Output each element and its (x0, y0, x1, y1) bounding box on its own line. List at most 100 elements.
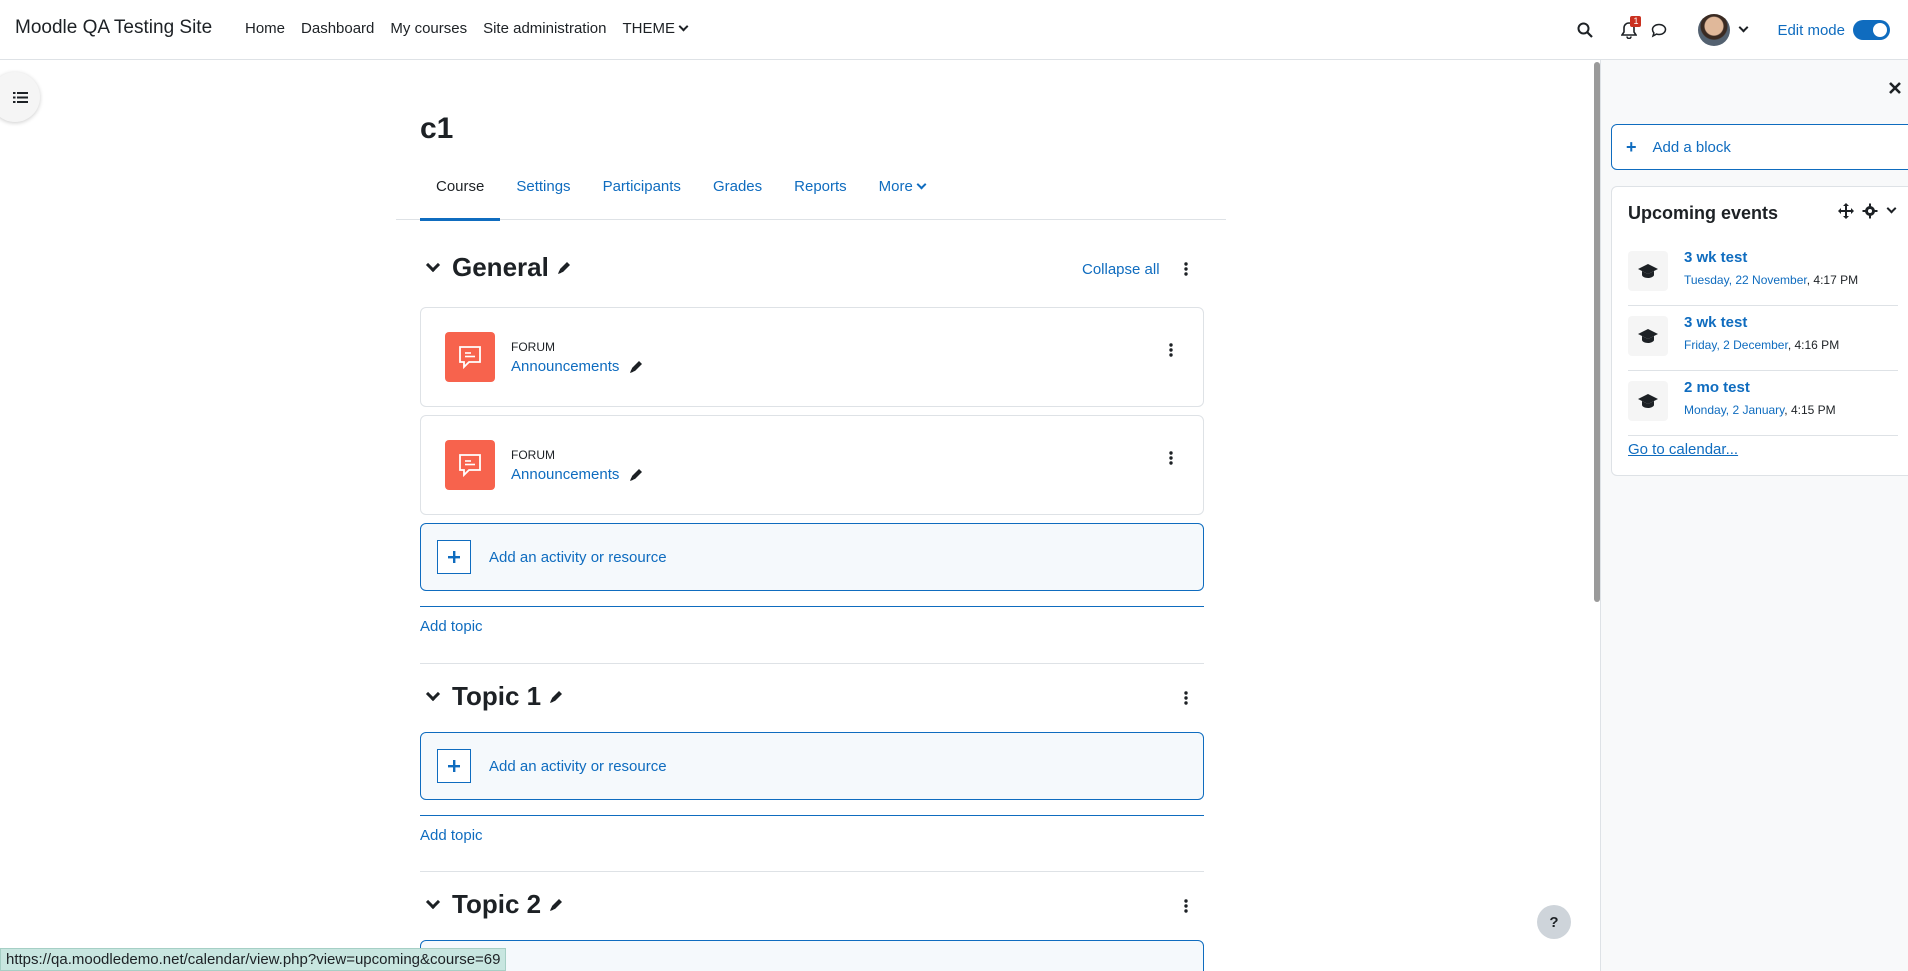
plus-icon (437, 540, 471, 574)
add-activity-label: Add an activity or resource (489, 757, 667, 775)
nav-my-courses[interactable]: My courses (390, 20, 467, 37)
notifications-button[interactable]: 1 (1614, 15, 1644, 45)
edit-pencil-icon[interactable] (549, 690, 563, 704)
top-navbar: Moodle QA Testing Site Home Dashboard My… (0, 0, 1908, 60)
edit-mode-control: Edit mode (1777, 20, 1890, 40)
plus-icon (437, 749, 471, 783)
add-activity-button[interactable] (420, 940, 1204, 971)
kebab-icon (1184, 691, 1188, 705)
event-divider (1628, 305, 1898, 306)
section-title: Topic 2 (452, 889, 542, 919)
chat-bubble-icon (1652, 23, 1667, 38)
event-time: , 4:15 PM (1784, 403, 1836, 417)
add-topic-link[interactable]: Add topic (420, 618, 483, 635)
edit-mode-label: Edit mode (1777, 21, 1845, 39)
page-title: c1 (420, 112, 454, 145)
edit-pencil-icon[interactable] (629, 468, 643, 482)
course-index-toggle[interactable] (0, 72, 40, 122)
activity-menu-button[interactable] (1161, 448, 1181, 468)
section-menu-button[interactable] (1176, 896, 1196, 916)
go-to-calendar-link[interactable]: Go to calendar... (1628, 441, 1738, 458)
nav-theme-label: THEME (622, 20, 676, 37)
activity-card: Forum Announcements (420, 415, 1204, 515)
event-day-link[interactable]: Tuesday, 22 November (1684, 273, 1807, 287)
graduation-cap-icon (1628, 381, 1668, 421)
nav-theme[interactable]: THEME (622, 20, 689, 37)
move-icon[interactable] (1838, 203, 1854, 219)
block-controls (1838, 203, 1897, 219)
tab-reports[interactable]: Reports (778, 168, 863, 220)
graduation-cap-icon (1628, 251, 1668, 291)
add-activity-button[interactable]: Add an activity or resource (420, 523, 1204, 591)
add-block-label: Add a block (1652, 138, 1731, 156)
nav-dashboard[interactable]: Dashboard (301, 20, 374, 37)
event-name-link[interactable]: 3 wk test (1684, 249, 1747, 266)
edit-pencil-icon[interactable] (557, 261, 571, 275)
section-header-topic-2: Topic 2 (420, 889, 563, 920)
tab-more-label: More (878, 178, 913, 195)
event-name-link[interactable]: 2 mo test (1684, 379, 1750, 396)
chevron-down-icon (678, 21, 689, 32)
section-title: Topic 1 (452, 681, 542, 711)
event-name-link[interactable]: 3 wk test (1684, 314, 1747, 331)
section-menu-button[interactable] (1176, 259, 1196, 279)
nav-home[interactable]: Home (245, 20, 285, 37)
collapse-all-link[interactable]: Collapse all (1082, 261, 1160, 278)
list-item: 2 mo test Monday, 2 January, 4:15 PM (1628, 375, 1898, 439)
edit-pencil-icon[interactable] (629, 360, 643, 374)
tab-participants[interactable]: Participants (587, 168, 697, 220)
chevron-down-icon[interactable] (1886, 203, 1897, 213)
site-brand[interactable]: Moodle QA Testing Site (15, 17, 212, 39)
event-divider (1628, 435, 1898, 436)
kebab-icon (1184, 899, 1188, 913)
help-button[interactable]: ? (1537, 905, 1571, 939)
notification-count-badge: 1 (1630, 16, 1642, 27)
plus-icon: + (1626, 136, 1637, 157)
event-day-link[interactable]: Monday, 2 January (1684, 403, 1784, 417)
activity-type-label: Forum (511, 340, 555, 354)
section-divider (420, 871, 1204, 872)
event-date: Friday, 2 December, 4:16 PM (1684, 338, 1839, 352)
add-activity-label: Add an activity or resource (489, 548, 667, 566)
add-topic-link[interactable]: Add topic (420, 827, 483, 844)
section-menu-button[interactable] (1176, 688, 1196, 708)
nav-site-administration[interactable]: Site administration (483, 20, 606, 37)
block-drawer: + Add a block Upcoming events 3 wk test … (1600, 60, 1908, 971)
collapse-chevron-icon[interactable] (425, 894, 441, 909)
add-block-button[interactable]: + Add a block (1611, 124, 1908, 170)
activity-name: Announcements (511, 466, 643, 483)
activity-name-link[interactable]: Announcements (511, 466, 619, 483)
add-topic-divider (420, 815, 1204, 816)
course-secondary-nav: Course Settings Participants Grades Repo… (396, 168, 1226, 221)
forum-icon (445, 440, 495, 490)
graduation-cap-icon (1628, 316, 1668, 356)
primary-nav: Home Dashboard My courses Site administr… (245, 20, 689, 37)
messages-button[interactable] (1644, 15, 1674, 45)
collapse-chevron-icon[interactable] (425, 257, 441, 272)
navbar-right: 1 Edit mode (1570, 0, 1908, 60)
upcoming-events-block: Upcoming events 3 wk test Tuesday, 22 No… (1611, 186, 1908, 476)
gear-icon[interactable] (1862, 203, 1878, 219)
add-activity-button[interactable]: Add an activity or resource (420, 732, 1204, 800)
search-button[interactable] (1570, 15, 1600, 45)
block-title: Upcoming events (1628, 203, 1779, 223)
collapse-chevron-icon[interactable] (425, 686, 441, 701)
event-date: Tuesday, 22 November, 4:17 PM (1684, 273, 1858, 287)
event-day-link[interactable]: Friday, 2 December (1684, 338, 1788, 352)
tab-grades[interactable]: Grades (697, 168, 778, 220)
activity-menu-button[interactable] (1161, 340, 1181, 360)
activity-type-label: Forum (511, 448, 555, 462)
tab-more[interactable]: More (863, 168, 941, 220)
activity-name-link[interactable]: Announcements (511, 358, 619, 375)
add-topic-divider (420, 606, 1204, 607)
chevron-down-icon (1739, 22, 1749, 32)
user-menu[interactable] (1698, 14, 1749, 46)
search-icon (1577, 22, 1594, 38)
event-time: , 4:16 PM (1787, 338, 1840, 352)
edit-mode-toggle[interactable] (1853, 20, 1890, 40)
event-time: , 4:17 PM (1806, 273, 1859, 287)
tab-settings[interactable]: Settings (500, 168, 586, 220)
edit-pencil-icon[interactable] (549, 898, 563, 912)
tab-course[interactable]: Course (420, 168, 501, 221)
close-icon[interactable] (1889, 82, 1901, 94)
